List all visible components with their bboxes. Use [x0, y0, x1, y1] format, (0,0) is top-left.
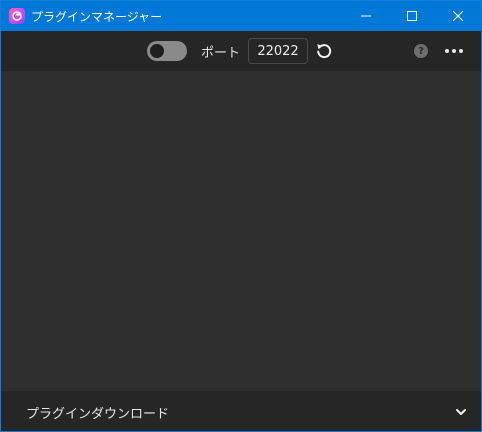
more-dot-icon	[452, 49, 456, 53]
maximize-button[interactable]	[389, 1, 435, 31]
plugin-list-area	[1, 71, 481, 391]
toggle-knob	[150, 44, 164, 58]
maximize-icon	[407, 11, 417, 21]
more-dot-icon	[459, 49, 463, 53]
chevron-down-icon	[456, 409, 466, 415]
port-label: ポート	[201, 46, 241, 61]
more-dot-icon	[445, 49, 449, 53]
help-button[interactable]: ?	[414, 44, 428, 58]
close-icon	[453, 11, 463, 21]
server-toggle[interactable]	[147, 41, 187, 61]
plugin-download-label: プラグインダウンロード	[26, 407, 170, 422]
port-input[interactable]	[248, 38, 308, 64]
expand-button[interactable]	[454, 404, 468, 418]
app-icon	[9, 8, 25, 24]
title-bar[interactable]: プラグインマネージャー	[1, 1, 481, 31]
minimize-icon	[361, 15, 371, 17]
window-title: プラグインマネージャー	[31, 9, 163, 24]
help-icon: ?	[418, 45, 424, 57]
more-options-button[interactable]	[445, 44, 463, 58]
minimize-button[interactable]	[343, 1, 389, 31]
refresh-icon	[317, 44, 332, 59]
plugin-manager-window: プラグインマネージャー ポート 22022 ? プラグインダウンロード	[0, 0, 482, 432]
close-button[interactable]	[435, 1, 481, 31]
plugin-download-bar[interactable]: プラグインダウンロード	[1, 391, 481, 431]
toolbar: ポート ?	[1, 31, 481, 71]
window-controls	[343, 1, 481, 31]
refresh-button[interactable]	[315, 42, 333, 60]
